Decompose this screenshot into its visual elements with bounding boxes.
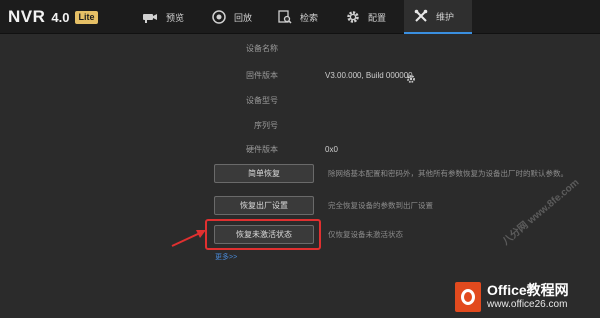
app-logo: NVR 4.0 Lite <box>8 7 98 27</box>
nav-label-playback: 回放 <box>234 12 253 23</box>
nav-tab-playback[interactable]: 回放 <box>202 0 262 34</box>
firmware-version-value: V3.00.000, Build 000000 <box>325 71 413 80</box>
device-name-row: 设备名称 <box>160 43 460 55</box>
nav-label-search: 检索 <box>300 12 319 23</box>
watermark-url: www.office26.com <box>487 299 568 310</box>
simple-restore-button[interactable]: 简单恢复 <box>214 164 314 183</box>
nav-tab-search[interactable]: 检索 <box>268 0 328 34</box>
device-name-label: 设备名称 <box>246 44 278 53</box>
device-model-row: 设备型号 <box>160 95 460 107</box>
playback-icon <box>212 10 226 24</box>
edition-badge: Lite <box>75 10 98 24</box>
more-link[interactable]: 更多>> <box>215 252 237 262</box>
firmware-version-label: 固件版本 <box>246 71 278 80</box>
annotation-arrow-icon <box>171 230 206 247</box>
office-logo-icon <box>455 282 481 312</box>
hardware-version-label: 硬件版本 <box>246 145 278 154</box>
site-watermark-text: 八分网 www.8fe.com <box>500 177 582 248</box>
gear-icon <box>346 10 360 24</box>
serial-number-label: 序列号 <box>254 121 278 130</box>
nav-label-preview: 预览 <box>166 12 185 23</box>
top-nav-bar: NVR 4.0 Lite 预览 回放 检索 配置 维护 <box>0 0 600 34</box>
hardware-version-row: 硬件版本 0x0 <box>160 144 460 156</box>
firmware-settings-icon[interactable] <box>406 71 416 83</box>
annotation-highlight-box <box>205 219 321 250</box>
nav-tab-maintenance[interactable]: 维护 <box>404 0 472 34</box>
office-watermark: Office教程网 www.office26.com <box>455 280 595 314</box>
wrench-icon <box>414 9 428 23</box>
simple-restore-description: 除网络基本配置和密码外，其他所有参数恢复为设备出厂时的默认参数。 <box>328 169 568 178</box>
factory-restore-button[interactable]: 恢复出厂设置 <box>214 196 314 215</box>
nav-tab-preview[interactable]: 预览 <box>132 0 194 34</box>
watermark-brand: Office教程网 <box>487 282 569 298</box>
logo-version: 4.0 <box>51 9 70 25</box>
hardware-version-value: 0x0 <box>325 145 338 154</box>
search-doc-icon <box>278 10 292 24</box>
restore-inactive-description: 仅恢复设备未激活状态 <box>328 230 403 239</box>
nav-label-config: 配置 <box>368 12 387 23</box>
nav-label-maintenance: 维护 <box>436 11 455 22</box>
device-model-label: 设备型号 <box>246 96 278 105</box>
nav-tab-config[interactable]: 配置 <box>336 0 396 34</box>
factory-restore-description: 完全恢复设备的参数到出厂设置 <box>328 201 433 210</box>
camera-icon <box>142 11 158 23</box>
serial-number-row: 序列号 <box>160 120 460 132</box>
logo-nvr-text: NVR <box>8 7 46 26</box>
